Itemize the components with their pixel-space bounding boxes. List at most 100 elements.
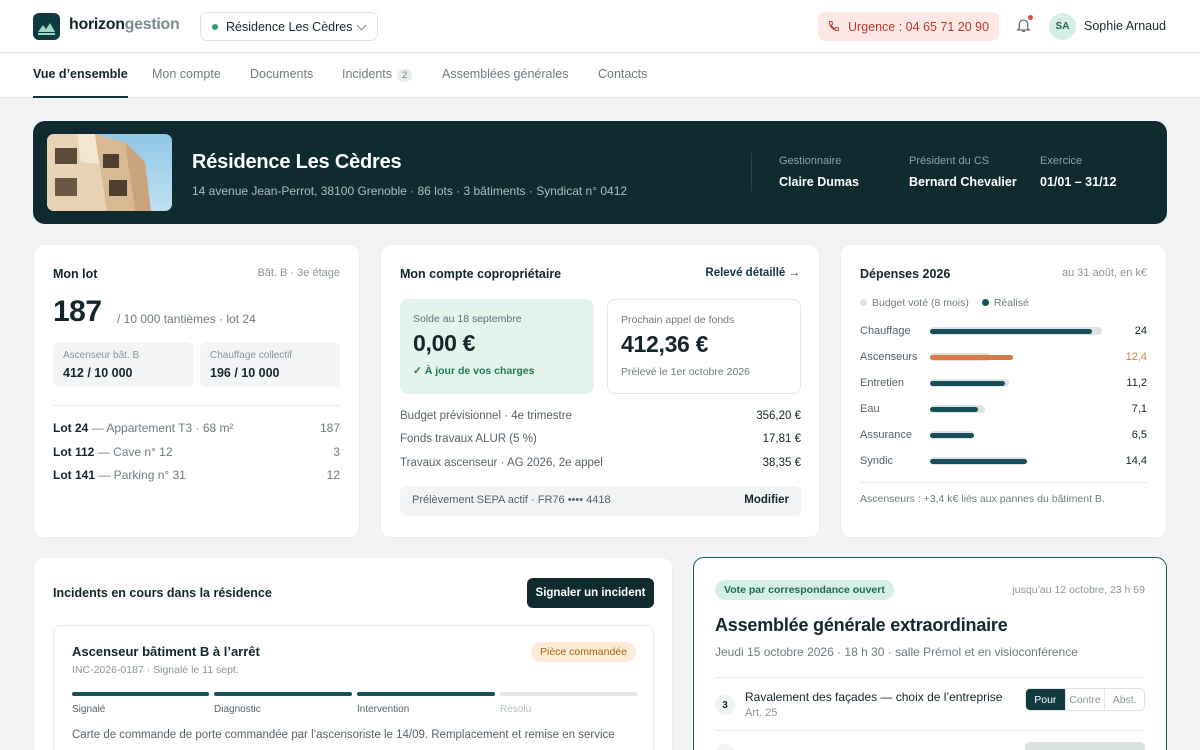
bar-row: Chauffage 24 xyxy=(860,325,1147,341)
legend-budget-label: Budget voté (8 mois) xyxy=(872,297,969,309)
charge-value: 356,20 € xyxy=(756,410,801,422)
incident-item[interactable]: Ascenseur bâtiment B à l’arrêt INC-2026-… xyxy=(53,625,654,750)
solde-value: 0,00 € xyxy=(413,330,476,356)
bar-value: 12,4 xyxy=(1125,351,1147,363)
lot-row[interactable]: Lot 24 — Appartement T3 · 68 m² 187 xyxy=(53,421,340,435)
ag-card: Vote par correspondance ouvert jusqu’au … xyxy=(693,557,1167,750)
bar-row: Eau 7,1 xyxy=(860,403,1147,419)
bar-label: Ascenseurs xyxy=(860,351,918,363)
tab-label: Mon compte xyxy=(152,67,221,81)
lot-row[interactable]: Lot 112 — Cave n° 12 3 xyxy=(53,445,340,459)
brand-name-light: gestion xyxy=(124,16,180,33)
resolution-title: Ravalement des façades — choix de l’entr… xyxy=(745,690,1003,704)
charge-label: Fonds travaux ALUR (5 %) xyxy=(400,433,537,445)
residence-select[interactable]: Résidence Les Cèdres xyxy=(200,12,378,41)
bar-value: 6,5 xyxy=(1131,429,1147,441)
residence-address: 14 avenue Jean-Perrot, 38100 Grenoble · … xyxy=(192,184,628,198)
divider xyxy=(53,405,340,406)
incident-title: Ascenseur bâtiment B à l’arrêt xyxy=(72,644,260,659)
resolution-number: 3 xyxy=(715,695,735,715)
hero-divider xyxy=(751,153,752,191)
legend-real-swatch xyxy=(981,299,989,306)
vote-deadline: jusqu’au 12 octobre, 23 h 59 xyxy=(1012,584,1145,596)
signaler-incident-button[interactable]: Signaler un incident xyxy=(527,578,654,608)
divider xyxy=(860,482,1147,483)
realise-bar xyxy=(930,433,974,438)
sepa-modify-button[interactable]: Modifier xyxy=(744,494,789,506)
mini-stat-ascenseur: Ascenseur bât. B 412 / 10 000 xyxy=(53,342,193,387)
avatar[interactable]: SA xyxy=(1049,13,1076,40)
brand-logo[interactable]: horizongestion xyxy=(69,16,180,34)
bar-value: 14,4 xyxy=(1125,455,1147,467)
residence-hero: Résidence Les Cèdres 14 avenue Jean-Perr… xyxy=(33,121,1167,224)
charge-line: Budget prévisionnel · 4e trimestre 356,20… xyxy=(400,410,801,422)
lot-number: Lot 24 xyxy=(53,421,89,435)
vote-toggle[interactable] xyxy=(1025,742,1145,750)
residence-select-value: Résidence Les Cèdres xyxy=(226,19,353,34)
mini-stat-label: Chauffage collectif xyxy=(210,350,293,361)
bar-label: Entretien xyxy=(860,377,905,389)
mon-lot-title: Mon lot xyxy=(53,267,98,281)
tantiemes-sub: / 10 000 tantièmes · lot 24 xyxy=(117,312,256,326)
incident-description: Carte de commande de porte commandée par… xyxy=(72,729,615,741)
user-name[interactable]: Sophie Arnaud xyxy=(1084,19,1166,33)
tab-contacts[interactable]: Contacts xyxy=(598,67,647,98)
bar-row: Syndic 14,4 xyxy=(860,455,1147,471)
ag-title: Assemblée générale extraordinaire xyxy=(715,615,1008,635)
fact-label-president: Président du CS xyxy=(909,155,990,167)
mini-stat-value: 412 / 10 000 xyxy=(63,366,133,380)
bar-value: 24 xyxy=(1134,325,1147,337)
vote-toggle: Pour Contre Abst. xyxy=(1025,688,1145,711)
lot-tantiemes: 3 xyxy=(333,445,340,459)
realise-bar xyxy=(930,355,1014,360)
main-tabs: Vue d’ensemble Mon compte Documents Inci… xyxy=(0,54,1200,98)
lot-row[interactable]: Lot 141 — Parking n° 31 12 xyxy=(53,468,340,482)
bar-row: Assurance 6,5 xyxy=(860,429,1147,445)
mon-lot-meta: Bât. B · 3e étage xyxy=(257,267,340,279)
lot-number: Lot 141 xyxy=(53,468,96,482)
notifications-bell-icon[interactable] xyxy=(1015,15,1033,37)
tab-assemblees[interactable]: Assemblées générales xyxy=(442,67,568,98)
tab-vue-ensemble[interactable]: Vue d’ensemble xyxy=(33,67,128,98)
tab-label: Contacts xyxy=(598,67,648,81)
depenses-card: Dépenses 2026 au 31 août, en k€ Budget v… xyxy=(840,244,1167,538)
status-badge: Pièce commandée xyxy=(531,642,636,662)
resolution-number xyxy=(715,744,735,750)
legend-budget-swatch xyxy=(860,299,867,306)
charge-line: Travaux ascenseur · AG 2026, 2e appel 38,… xyxy=(400,457,801,469)
sepa-text: Prélèvement SEPA actif · FR76 •••• 4418 xyxy=(412,494,611,506)
step-label: Signalé xyxy=(72,704,106,715)
lot-tantiemes: 187 xyxy=(319,421,340,435)
vote-contre-button[interactable]: Contre xyxy=(1064,689,1105,710)
step-label: Diagnostic xyxy=(214,704,261,715)
tab-mon-compte[interactable]: Mon compte xyxy=(152,67,221,98)
urgence-button[interactable]: Urgence : 04 65 71 20 90 xyxy=(818,12,999,41)
top-bar: horizongestion Résidence Les Cèdres Urge… xyxy=(0,0,1200,53)
vote-pour-button[interactable]: Pour xyxy=(1026,689,1065,710)
compte-title: Mon compte copropriétaire xyxy=(400,267,562,281)
divider xyxy=(715,677,1145,678)
progress-step xyxy=(214,692,352,696)
fact-value-president: Bernard Chevalier xyxy=(909,175,1017,189)
bar-label: Chauffage xyxy=(860,325,911,337)
logo-icon[interactable] xyxy=(33,13,60,40)
lot-tantiemes: 12 xyxy=(326,468,340,482)
bar-value: 11,2 xyxy=(1126,377,1147,389)
mon-lot-card: Mon lot Bât. B · 3e étage 187 / 10 000 t… xyxy=(33,244,360,538)
charge-line: Fonds travaux ALUR (5 %) 17,81 € xyxy=(400,433,801,445)
fact-value-exercice: 01/01 – 31/12 xyxy=(1040,175,1117,189)
vote-abstention-button[interactable]: Abst. xyxy=(1104,689,1144,710)
solde-box: Solde au 18 septembre 0,00 € ✓ À jour de… xyxy=(400,299,594,394)
realise-bar xyxy=(930,459,1027,464)
solde-status: ✓ À jour de vos charges xyxy=(413,365,535,377)
appel-value: 412,36 € xyxy=(621,331,709,357)
tab-incidents[interactable]: Incidents 2 xyxy=(342,67,413,98)
ag-sub: Jeudi 15 octobre 2026 · 18 h 30 · salle … xyxy=(715,645,1078,659)
charge-label: Budget prévisionnel · 4e trimestre xyxy=(400,410,572,422)
sepa-banner: Prélèvement SEPA actif · FR76 •••• 4418 M… xyxy=(400,486,801,516)
depenses-note: Ascenseurs : +3,4 k€ liés aux pannes du … xyxy=(860,493,1105,505)
tab-documents[interactable]: Documents xyxy=(250,67,313,98)
realise-bar xyxy=(930,329,1092,334)
appel-box: Prochain appel de fonds 412,36 € Prélevé… xyxy=(607,299,801,394)
releve-detaille-link[interactable]: Relevé détaillé → xyxy=(705,267,800,279)
